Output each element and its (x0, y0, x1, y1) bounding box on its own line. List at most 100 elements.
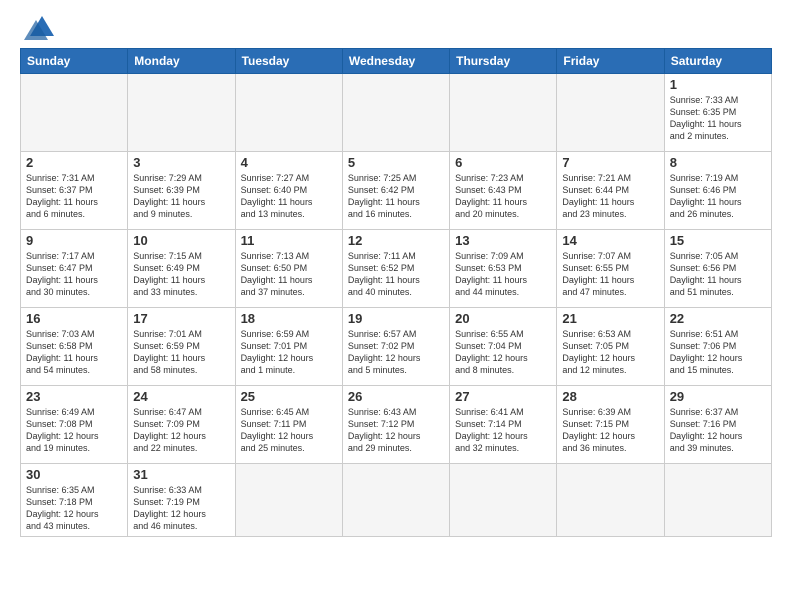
day-info: Sunrise: 7:33 AM Sunset: 6:35 PM Dayligh… (670, 94, 766, 143)
day-number: 16 (26, 311, 122, 326)
calendar-cell: 7 Sunrise: 7:21 AM Sunset: 6:44 PM Daylig… (557, 152, 664, 230)
calendar-table: Sunday Monday Tuesday Wednesday Thursday… (20, 48, 772, 537)
calendar-cell (557, 74, 664, 152)
header (20, 16, 772, 40)
day-number: 7 (562, 155, 658, 170)
calendar-cell: 27 Sunrise: 6:41 AM Sunset: 7:14 PM Dayli… (450, 386, 557, 464)
th-monday: Monday (128, 49, 235, 74)
weekday-row: Sunday Monday Tuesday Wednesday Thursday… (21, 49, 772, 74)
page: Sunday Monday Tuesday Wednesday Thursday… (0, 0, 792, 612)
day-info: Sunrise: 6:41 AM Sunset: 7:14 PM Dayligh… (455, 406, 551, 455)
day-info: Sunrise: 7:31 AM Sunset: 6:37 PM Dayligh… (26, 172, 122, 221)
logo-icon (24, 12, 54, 40)
day-info: Sunrise: 6:45 AM Sunset: 7:11 PM Dayligh… (241, 406, 337, 455)
calendar-cell (450, 464, 557, 537)
day-number: 5 (348, 155, 444, 170)
day-info: Sunrise: 7:17 AM Sunset: 6:47 PM Dayligh… (26, 250, 122, 299)
day-number: 6 (455, 155, 551, 170)
day-info: Sunrise: 7:01 AM Sunset: 6:59 PM Dayligh… (133, 328, 229, 377)
day-info: Sunrise: 6:35 AM Sunset: 7:18 PM Dayligh… (26, 484, 122, 533)
day-number: 28 (562, 389, 658, 404)
day-info: Sunrise: 6:59 AM Sunset: 7:01 PM Dayligh… (241, 328, 337, 377)
calendar-cell: 8Sunrise: 7:19 AM Sunset: 6:46 PM Daylig… (664, 152, 771, 230)
day-number: 10 (133, 233, 229, 248)
day-number: 1 (670, 77, 766, 92)
day-info: Sunrise: 7:03 AM Sunset: 6:58 PM Dayligh… (26, 328, 122, 377)
calendar-cell: 26 Sunrise: 6:43 AM Sunset: 7:12 PM Dayli… (342, 386, 449, 464)
day-number: 19 (348, 311, 444, 326)
day-number: 20 (455, 311, 551, 326)
day-info: Sunrise: 7:23 AM Sunset: 6:43 PM Dayligh… (455, 172, 551, 221)
day-info: Sunrise: 7:05 AM Sunset: 6:56 PM Dayligh… (670, 250, 766, 299)
th-thursday: Thursday (450, 49, 557, 74)
calendar-body: 1 Sunrise: 7:33 AM Sunset: 6:35 PM Daylig… (21, 74, 772, 537)
th-sunday: Sunday (21, 49, 128, 74)
calendar-cell (342, 74, 449, 152)
calendar-cell: 23 Sunrise: 6:49 AM Sunset: 7:08 PM Dayli… (21, 386, 128, 464)
calendar-cell: 6 Sunrise: 7:23 AM Sunset: 6:43 PM Daylig… (450, 152, 557, 230)
calendar-cell: 19 Sunrise: 6:57 AM Sunset: 7:02 PM Dayli… (342, 308, 449, 386)
day-number: 15 (670, 233, 766, 248)
calendar-cell: 17 Sunrise: 7:01 AM Sunset: 6:59 PM Dayli… (128, 308, 235, 386)
day-number: 31 (133, 467, 229, 482)
calendar-cell: 2 Sunrise: 7:31 AM Sunset: 6:37 PM Daylig… (21, 152, 128, 230)
calendar-cell: 11Sunrise: 7:13 AM Sunset: 6:50 PM Dayli… (235, 230, 342, 308)
calendar-cell: 18Sunrise: 6:59 AM Sunset: 7:01 PM Dayli… (235, 308, 342, 386)
day-number: 23 (26, 389, 122, 404)
day-info: Sunrise: 6:33 AM Sunset: 7:19 PM Dayligh… (133, 484, 229, 533)
day-number: 30 (26, 467, 122, 482)
calendar-cell (21, 74, 128, 152)
th-friday: Friday (557, 49, 664, 74)
calendar-cell: 20Sunrise: 6:55 AM Sunset: 7:04 PM Dayli… (450, 308, 557, 386)
day-number: 4 (241, 155, 337, 170)
logo (20, 16, 54, 40)
day-number: 27 (455, 389, 551, 404)
calendar-cell (235, 464, 342, 537)
day-info: Sunrise: 7:07 AM Sunset: 6:55 PM Dayligh… (562, 250, 658, 299)
day-info: Sunrise: 6:57 AM Sunset: 7:02 PM Dayligh… (348, 328, 444, 377)
day-info: Sunrise: 7:11 AM Sunset: 6:52 PM Dayligh… (348, 250, 444, 299)
calendar-cell: 5 Sunrise: 7:25 AM Sunset: 6:42 PM Daylig… (342, 152, 449, 230)
calendar-cell: 12 Sunrise: 7:11 AM Sunset: 6:52 PM Dayli… (342, 230, 449, 308)
day-number: 22 (670, 311, 766, 326)
th-saturday: Saturday (664, 49, 771, 74)
calendar-cell: 1 Sunrise: 7:33 AM Sunset: 6:35 PM Daylig… (664, 74, 771, 152)
calendar-cell: 21Sunrise: 6:53 AM Sunset: 7:05 PM Dayli… (557, 308, 664, 386)
day-number: 26 (348, 389, 444, 404)
calendar-cell (342, 464, 449, 537)
day-info: Sunrise: 7:27 AM Sunset: 6:40 PM Dayligh… (241, 172, 337, 221)
day-info: Sunrise: 6:37 AM Sunset: 7:16 PM Dayligh… (670, 406, 766, 455)
calendar-cell: 24 Sunrise: 6:47 AM Sunset: 7:09 PM Dayli… (128, 386, 235, 464)
day-number: 14 (562, 233, 658, 248)
calendar-cell: 14 Sunrise: 7:07 AM Sunset: 6:55 PM Dayli… (557, 230, 664, 308)
calendar-cell: 25Sunrise: 6:45 AM Sunset: 7:11 PM Dayli… (235, 386, 342, 464)
day-info: Sunrise: 6:43 AM Sunset: 7:12 PM Dayligh… (348, 406, 444, 455)
day-number: 11 (241, 233, 337, 248)
day-info: Sunrise: 6:39 AM Sunset: 7:15 PM Dayligh… (562, 406, 658, 455)
calendar-cell: 9Sunrise: 7:17 AM Sunset: 6:47 PM Daylig… (21, 230, 128, 308)
calendar-cell (557, 464, 664, 537)
day-info: Sunrise: 7:19 AM Sunset: 6:46 PM Dayligh… (670, 172, 766, 221)
day-number: 12 (348, 233, 444, 248)
th-wednesday: Wednesday (342, 49, 449, 74)
day-info: Sunrise: 7:21 AM Sunset: 6:44 PM Dayligh… (562, 172, 658, 221)
calendar-cell: 22Sunrise: 6:51 AM Sunset: 7:06 PM Dayli… (664, 308, 771, 386)
day-info: Sunrise: 6:49 AM Sunset: 7:08 PM Dayligh… (26, 406, 122, 455)
calendar-cell: 3 Sunrise: 7:29 AM Sunset: 6:39 PM Daylig… (128, 152, 235, 230)
day-info: Sunrise: 7:29 AM Sunset: 6:39 PM Dayligh… (133, 172, 229, 221)
calendar-cell (450, 74, 557, 152)
day-info: Sunrise: 6:47 AM Sunset: 7:09 PM Dayligh… (133, 406, 229, 455)
day-number: 3 (133, 155, 229, 170)
calendar-cell: 29Sunrise: 6:37 AM Sunset: 7:16 PM Dayli… (664, 386, 771, 464)
day-number: 17 (133, 311, 229, 326)
calendar-cell: 4 Sunrise: 7:27 AM Sunset: 6:40 PM Daylig… (235, 152, 342, 230)
day-info: Sunrise: 7:25 AM Sunset: 6:42 PM Dayligh… (348, 172, 444, 221)
th-tuesday: Tuesday (235, 49, 342, 74)
calendar-cell: 28 Sunrise: 6:39 AM Sunset: 7:15 PM Dayli… (557, 386, 664, 464)
calendar-cell: 10Sunrise: 7:15 AM Sunset: 6:49 PM Dayli… (128, 230, 235, 308)
calendar-header: Sunday Monday Tuesday Wednesday Thursday… (21, 49, 772, 74)
day-number: 2 (26, 155, 122, 170)
calendar-cell: 31 Sunrise: 6:33 AM Sunset: 7:19 PM Dayli… (128, 464, 235, 537)
calendar-cell (235, 74, 342, 152)
day-number: 24 (133, 389, 229, 404)
